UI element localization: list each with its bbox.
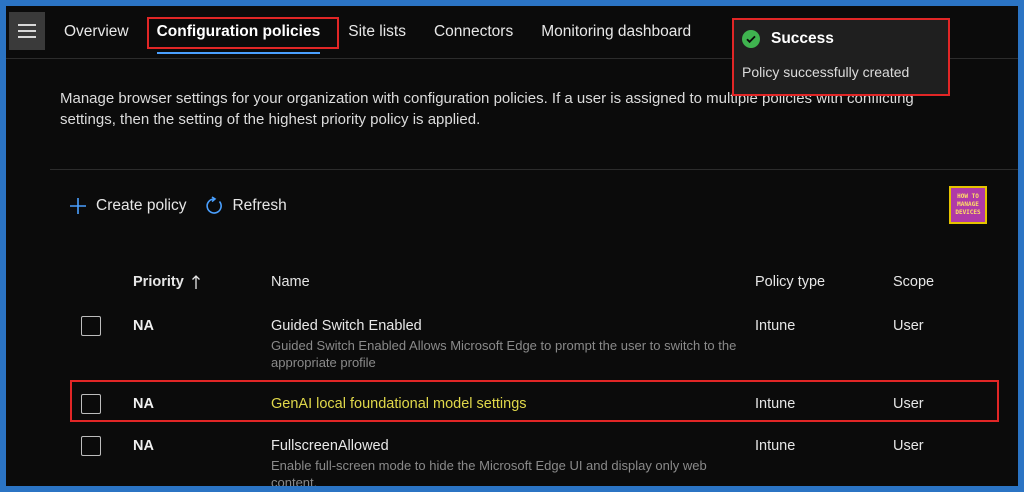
tab-monitoring-dashboard[interactable]: Monitoring dashboard	[541, 6, 691, 58]
table-row[interactable]: NA Guided Switch Enabled Guided Switch E…	[64, 308, 994, 382]
refresh-button[interactable]: Refresh	[204, 196, 287, 216]
toast-message: Policy successfully created	[742, 64, 910, 80]
tab-configuration-policies[interactable]: Configuration policies	[156, 6, 320, 58]
row-policy-type: Intune	[755, 396, 796, 412]
policies-table: Priority Name Policy type Scope NA Guide…	[64, 262, 994, 486]
row-checkbox[interactable]	[81, 316, 101, 336]
row-description: Guided Switch Enabled Allows Microsoft E…	[271, 338, 737, 370]
row-name[interactable]: GenAI local foundational model settings	[271, 396, 755, 412]
row-checkbox[interactable]	[81, 436, 101, 456]
row-policy-type: Intune	[755, 438, 796, 454]
sort-arrow-up-icon	[191, 274, 201, 290]
row-priority: NA	[133, 396, 154, 412]
row-name[interactable]: FullscreenAllowed	[271, 438, 755, 454]
create-policy-button[interactable]: Create policy	[68, 196, 186, 216]
column-header-scope[interactable]: Scope	[893, 274, 973, 290]
create-policy-label: Create policy	[96, 197, 187, 214]
row-scope: User	[893, 438, 924, 454]
column-header-name[interactable]: Name	[271, 274, 755, 290]
plus-icon	[68, 196, 88, 216]
table-row[interactable]: NA GenAI local foundational model settin…	[64, 382, 994, 426]
divider	[50, 169, 1018, 170]
row-checkbox[interactable]	[81, 394, 101, 414]
tab-site-lists[interactable]: Site lists	[348, 6, 406, 58]
row-priority: NA	[133, 438, 154, 454]
column-header-policy-type[interactable]: Policy type	[755, 274, 893, 290]
success-toast[interactable]: Success Policy successfully created	[732, 18, 950, 96]
checkmark-circle-icon	[742, 30, 760, 48]
row-description: Enable full-screen mode to hide the Micr…	[271, 458, 707, 486]
row-name[interactable]: Guided Switch Enabled	[271, 318, 755, 334]
row-scope: User	[893, 318, 924, 334]
app-frame: Overview Configuration policies Site lis…	[6, 6, 1018, 486]
toast-title: Success	[771, 30, 834, 47]
nav-tabs: Overview Configuration policies Site lis…	[50, 6, 705, 58]
refresh-icon	[204, 196, 224, 216]
toolbar: Create policy Refresh	[68, 196, 305, 216]
tab-connectors[interactable]: Connectors	[434, 6, 513, 58]
table-header: Priority Name Policy type Scope	[64, 262, 994, 302]
row-policy-type: Intune	[755, 318, 796, 334]
how-to-manage-devices-logo: HOW TO MANAGE DEVICES	[949, 186, 987, 224]
table-row[interactable]: NA FullscreenAllowed Enable full-screen …	[64, 426, 994, 486]
row-priority: NA	[133, 318, 154, 334]
refresh-label: Refresh	[232, 197, 287, 214]
row-scope: User	[893, 396, 924, 412]
tab-overview[interactable]: Overview	[64, 6, 129, 58]
hamburger-menu-icon[interactable]	[9, 12, 45, 50]
column-header-priority[interactable]: Priority	[133, 274, 271, 290]
